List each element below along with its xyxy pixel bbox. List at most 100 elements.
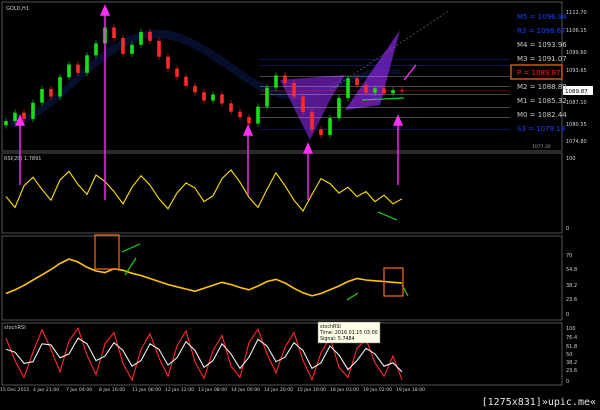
candle-body — [337, 98, 341, 119]
candle-body — [400, 90, 404, 92]
x-tick-label: 14 Jan 20:00 — [264, 387, 293, 393]
candle-body — [13, 112, 17, 122]
stochrsi-y-axis: 100 76.4 61.8 50 38.2 23.6 0 — [566, 326, 577, 385]
candle-body — [139, 31, 143, 45]
lower-right-label: 1077.30 — [532, 144, 551, 150]
price-tick: 1074.80 — [566, 139, 587, 145]
candle-body — [94, 43, 98, 56]
chart-canvas: GOLD,H1 RSI(20) 1.7891 stochRSI 1112.70 … — [0, 1, 593, 393]
candle-body — [85, 55, 89, 73]
candle-body — [31, 102, 35, 119]
tooltip-title: stochRSI — [320, 324, 341, 330]
candle-body — [58, 77, 62, 97]
stoch-tick: 23.6 — [566, 368, 577, 374]
price-tick: 1106.15 — [566, 28, 587, 34]
oscillator-panel-frame — [1, 235, 563, 321]
green-arrow-5 — [346, 292, 359, 301]
green-arrow-2 — [377, 211, 398, 221]
price-tick: 1112.70 — [566, 10, 587, 16]
tooltip-time: Time: 2016.01.15 03:00 — [319, 330, 378, 336]
candle-body — [283, 75, 287, 83]
indicator-lines — [5, 169, 403, 382]
candle-body — [265, 87, 269, 107]
pivot-labels: M5 = 1096.94 R3 = 1098.67 M4 = 1093.96 M… — [517, 13, 567, 133]
candle-body — [193, 85, 197, 93]
candle-body — [319, 129, 323, 136]
pivot-label-m1: M1 = 1085.32 — [517, 97, 567, 105]
candle-body — [355, 78, 359, 86]
pivot-label-r3: R3 = 1098.67 — [517, 27, 566, 35]
stochrsi-panel-frame — [1, 322, 563, 386]
diag-arrow — [403, 64, 417, 81]
osc-tick: 70 — [566, 253, 572, 259]
candle-body — [22, 112, 26, 119]
candle-body — [373, 88, 377, 93]
x-tick-label: 15 Jan 10:00 — [297, 387, 326, 393]
up-arrow-4-head — [302, 142, 314, 154]
candle-body — [364, 85, 368, 93]
series-line-1-0 — [5, 169, 403, 212]
candle-body — [238, 111, 242, 118]
up-arrow-2-head — [99, 4, 111, 16]
x-tick-label: 14 Jan 00:00 — [231, 387, 260, 393]
stoch-tick: 38.2 — [566, 360, 577, 366]
watermark: [1275x831]»upic.me« — [481, 397, 596, 408]
price-tick: 1099.60 — [566, 50, 587, 56]
x-tick-label: 11 Jan 06:00 — [132, 387, 161, 393]
pivot-label-m3: M3 = 1091.07 — [517, 55, 567, 63]
stoch-tick: 100 — [566, 326, 576, 332]
pivot-label-m4: M4 = 1093.96 — [517, 41, 567, 49]
price-panel-frame — [1, 1, 563, 152]
candle-body — [292, 82, 296, 97]
stoch-tick: 0 — [566, 379, 569, 385]
stochrsi-title: stochRSI — [4, 325, 26, 331]
up-arrow-3-head — [242, 124, 254, 136]
x-tick-label: 8 Jan 16:00 — [99, 387, 125, 393]
candle-body — [202, 92, 206, 101]
candle-body — [301, 96, 305, 113]
candle-body — [67, 64, 71, 78]
oscillator-y-axis: 70 54.8 38.2 23.6 0 — [566, 253, 577, 318]
candle-body — [256, 106, 260, 124]
candle-body — [112, 27, 116, 38]
green-arrows — [121, 97, 409, 301]
x-tick-label: 4 Jan 21:00 — [33, 387, 59, 393]
stoch-tick: 61.8 — [566, 344, 577, 350]
x-tick-label: 19 Jan 02:00 — [363, 387, 392, 393]
x-tick-label: 12 Jan 12:00 — [165, 387, 194, 393]
candle-body — [328, 118, 332, 136]
candle-body — [157, 40, 161, 57]
current-price-label: 1089.87 — [565, 89, 588, 95]
price-tick: 1080.55 — [566, 122, 587, 128]
candle-body — [310, 112, 314, 130]
series-line-2-0 — [5, 258, 403, 297]
candle-body — [274, 75, 278, 88]
candle-body — [175, 68, 179, 77]
candle-body — [49, 89, 53, 97]
x-tick-label: 13 Jan 08:00 — [198, 387, 227, 393]
candle-body — [40, 89, 44, 103]
candle-body — [346, 78, 350, 99]
osc-tick: 38.2 — [566, 283, 577, 289]
stochrsi-tooltip: stochRSI Time: 2016.01.15 03:00 Signal: … — [317, 321, 381, 344]
green-arrow-4 — [121, 243, 141, 253]
stoch-tick: 76.4 — [566, 335, 577, 341]
price-tick: 1087.10 — [566, 100, 587, 106]
stoch-tick: 50 — [566, 352, 572, 358]
price-tick: 1093.65 — [566, 68, 587, 74]
rsi-title: RSI(20) 1.7891 — [4, 156, 41, 162]
price-y-axis: 1112.70 1106.15 1099.60 1093.65 1087.10 … — [566, 10, 587, 145]
osc-tick: 23.6 — [566, 297, 577, 303]
candle-body — [121, 37, 125, 54]
x-tick-label: 18 Jan 03:00 — [330, 387, 359, 393]
chart-window: GOLD,H1 RSI(20) 1.7891 stochRSI 1112.70 … — [0, 0, 600, 410]
candle-body — [220, 94, 224, 104]
candle-body — [184, 76, 188, 86]
candle-body — [247, 117, 251, 124]
candle-body — [391, 90, 395, 94]
candle-body — [148, 31, 152, 41]
pivot-label-s3: S3 = 1079.18 — [517, 125, 565, 133]
osc-tick: 54.8 — [566, 267, 577, 273]
candle-body — [229, 103, 233, 112]
rsi-tick: 0 — [566, 226, 569, 232]
